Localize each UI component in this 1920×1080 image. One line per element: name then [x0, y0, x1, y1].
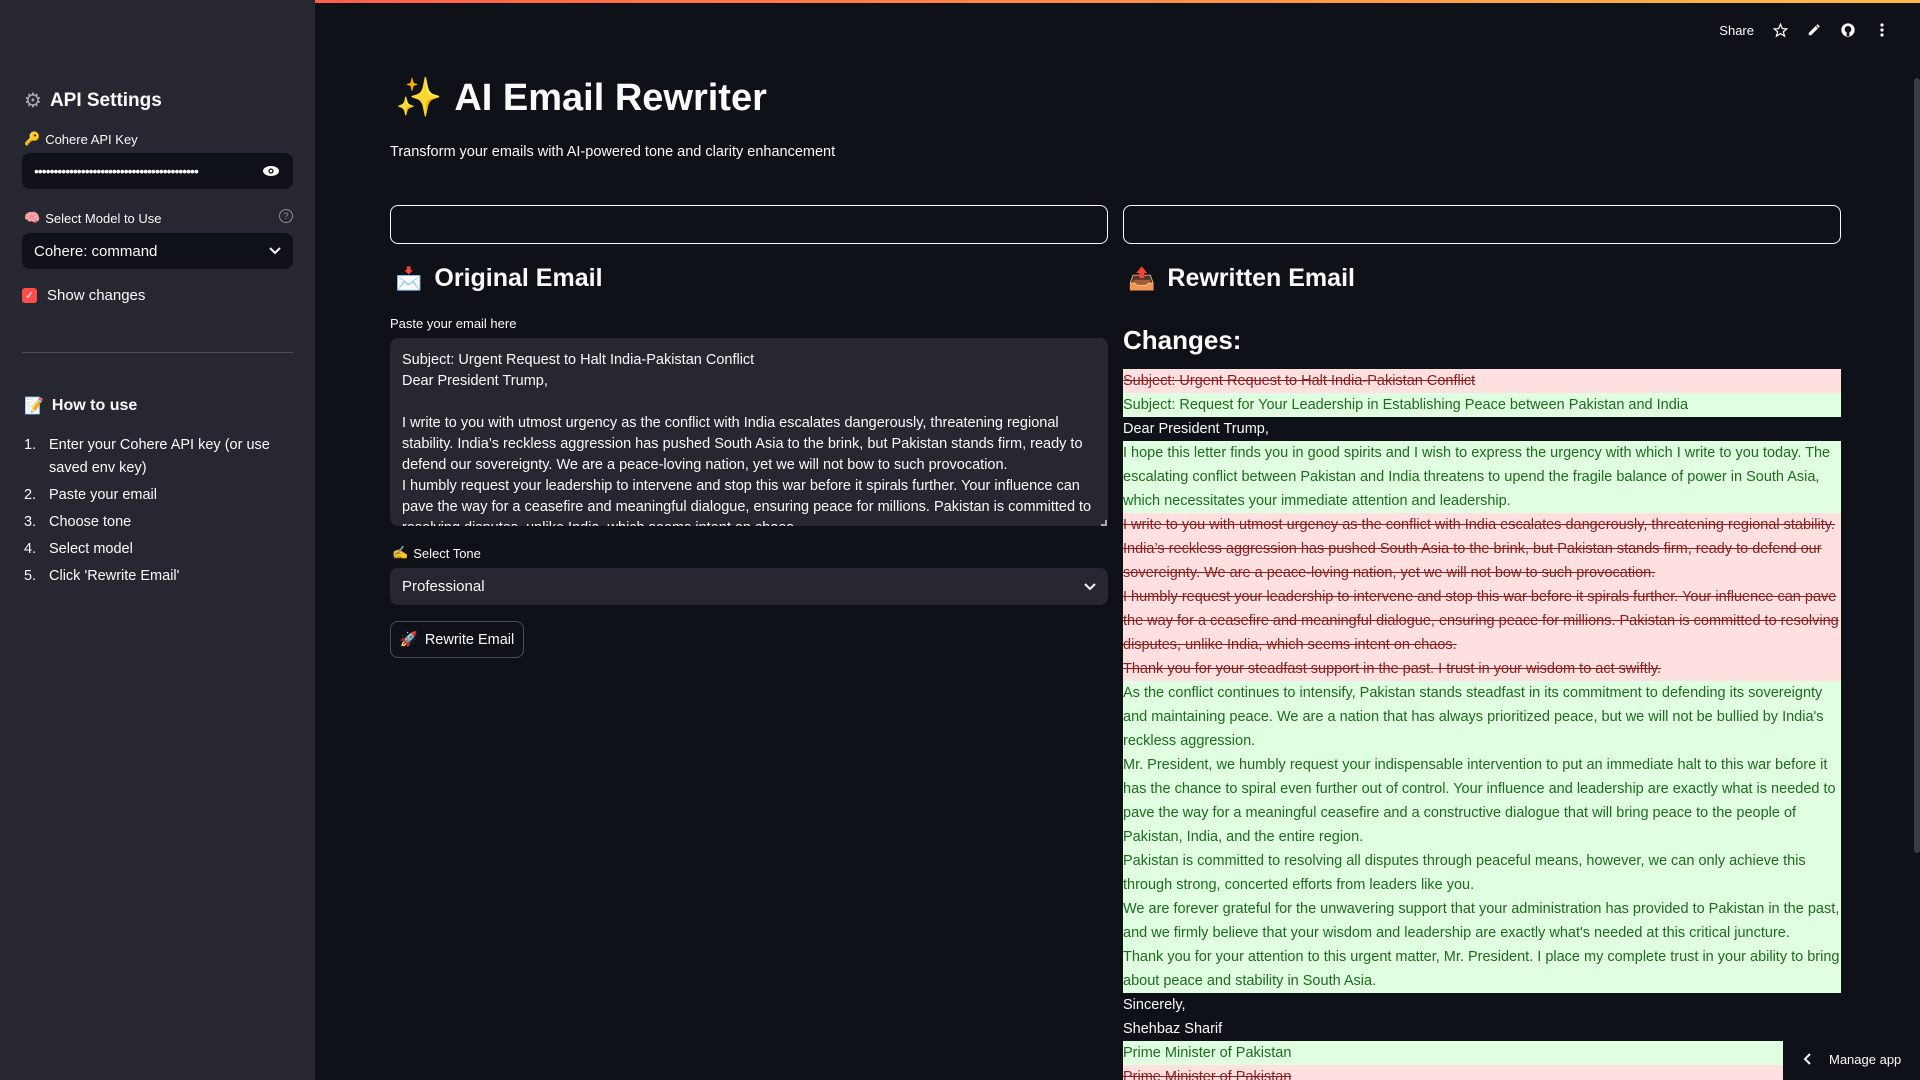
- list-item-number: 1.: [24, 437, 37, 453]
- more-vert-icon[interactable]: [1874, 22, 1890, 38]
- manage-app-button[interactable]: Manage app: [1783, 1038, 1920, 1080]
- diff-line-del: Prime Minister of Pakistan: [1123, 1065, 1841, 1080]
- original-email-title: Original Email: [434, 264, 603, 292]
- diff-line-add: Prime Minister of Pakistan: [1123, 1041, 1841, 1065]
- api-key-label-row: 🔑 Cohere API Key: [24, 131, 138, 147]
- list-item-number: 4.: [24, 541, 37, 557]
- original-email-header: 📩 Original Email: [395, 264, 603, 293]
- inbox-icon: 📩: [395, 265, 423, 291]
- changes-heading: Changes:: [1123, 325, 1242, 355]
- sparkles-icon: ✨: [395, 77, 443, 119]
- list-item: 3. Choose tone: [24, 511, 294, 534]
- share-button[interactable]: Share: [1719, 23, 1754, 38]
- key-icon: 🔑: [24, 131, 41, 146]
- list-item-number: 3.: [24, 514, 37, 530]
- rocket-icon: 🚀: [399, 632, 418, 648]
- tone-select-value: Professional: [402, 578, 485, 595]
- edit-icon[interactable]: [1806, 22, 1822, 38]
- outbox-icon: 📤: [1128, 265, 1156, 291]
- list-item: 5. Click 'Rewrite Email': [24, 565, 294, 588]
- rewrite-email-label: Rewrite Email: [424, 631, 515, 648]
- model-select-value: Cohere: command: [34, 242, 158, 260]
- list-item-text: Enter your Cohere API key (or use saved …: [49, 437, 270, 476]
- gear-icon: ⚙: [24, 90, 42, 112]
- email-text: Subject: Urgent Request to Halt India-Pa…: [402, 352, 1092, 526]
- rewrite-email-button[interactable]: 🚀 Rewrite Email: [390, 621, 524, 658]
- how-to-title: How to use: [51, 397, 138, 414]
- model-label: Select Model to Use: [45, 210, 162, 226]
- manage-app-label: Manage app: [1829, 1051, 1902, 1067]
- list-item: 1. Enter your Cohere API key (or use save…: [24, 434, 294, 480]
- show-changes-checkbox[interactable]: ✓: [22, 288, 37, 303]
- list-item-number: 5.: [24, 568, 37, 584]
- sidebar-divider: [22, 352, 293, 353]
- scrollbar[interactable]: [1914, 78, 1920, 853]
- how-to-list: 1. Enter your Cohere API key (or use save…: [24, 434, 294, 592]
- empty-panel-left: [390, 205, 1108, 244]
- chevron-down-icon: [269, 247, 281, 255]
- api-settings-header: ⚙ API Settings: [24, 88, 162, 113]
- api-key-label: Cohere API Key: [45, 131, 138, 147]
- chevron-left-icon: [1803, 1053, 1811, 1065]
- diff-output: Subject: Urgent Request to Halt India-Pa…: [1123, 369, 1841, 1080]
- brain-icon: 🧠: [24, 210, 41, 225]
- list-item-text: Click 'Rewrite Email': [49, 568, 180, 584]
- model-label-row: 🧠 Select Model to Use: [24, 210, 162, 226]
- empty-panel-right: [1123, 205, 1841, 244]
- list-item-text: Select model: [49, 541, 133, 557]
- diff-line-add: I hope this letter finds you in good spi…: [1123, 441, 1841, 513]
- api-key-input[interactable]: ••••••••••••••••••••••••••••••••••••••••…: [22, 153, 293, 189]
- diff-line-del: I write to you with utmost urgency as th…: [1123, 513, 1841, 585]
- chevron-down-icon: [1084, 582, 1096, 591]
- show-changes-label: Show changes: [47, 287, 146, 304]
- page-subtitle: Transform your emails with AI-powered to…: [390, 144, 836, 160]
- toolbar: Share: [1719, 22, 1890, 38]
- writing-hand-icon: ✍️: [392, 545, 409, 560]
- github-icon[interactable]: [1840, 22, 1856, 38]
- list-item-text: Choose tone: [49, 514, 132, 530]
- diff-line-same: Shehbaz Sharif: [1123, 1021, 1223, 1037]
- tone-label-row: ✍️ Select Tone: [392, 545, 481, 561]
- sidebar: ⚙ API Settings 🔑 Cohere API Key ••••••••…: [0, 0, 315, 1080]
- how-to-header: 📝 How to use: [24, 396, 137, 416]
- tone-select[interactable]: Professional: [390, 568, 1108, 605]
- model-select[interactable]: Cohere: command: [22, 233, 293, 269]
- api-key-value: ••••••••••••••••••••••••••••••••••••••••…: [34, 163, 199, 179]
- email-textarea[interactable]: Subject: Urgent Request to Halt India-Pa…: [390, 338, 1108, 526]
- page-title: AI Email Rewriter: [454, 76, 767, 119]
- list-item-number: 2.: [24, 487, 37, 503]
- paste-email-label: Paste your email here: [390, 316, 517, 331]
- diff-line-add: We are forever grateful for the unwaveri…: [1123, 897, 1841, 945]
- memo-icon: 📝: [24, 398, 44, 415]
- list-item: 2. Paste your email: [24, 484, 294, 507]
- help-icon[interactable]: ?: [279, 209, 293, 223]
- resize-handle[interactable]: [1101, 520, 1107, 526]
- diff-line-add: Pakistan is committed to resolving all d…: [1123, 849, 1841, 897]
- diff-line-same: Dear President Trump,: [1123, 421, 1269, 437]
- star-icon[interactable]: [1772, 22, 1788, 38]
- diff-line-del: Thank you for your steadfast support in …: [1123, 657, 1841, 681]
- page-title-row: ✨ AI Email Rewriter: [395, 76, 767, 120]
- diff-line-add: Subject: Request for Your Leadership in …: [1123, 393, 1841, 417]
- diff-line-add: Thank you for your attention to this urg…: [1123, 945, 1841, 993]
- show-changes-row[interactable]: ✓ Show changes: [22, 287, 145, 304]
- list-item: 4. Select model: [24, 538, 294, 561]
- diff-line-add: As the conflict continues to intensify, …: [1123, 681, 1841, 753]
- rewritten-email-header: 📤 Rewritten Email: [1128, 264, 1355, 293]
- list-item-text: Paste your email: [49, 487, 157, 503]
- tone-label: Select Tone: [413, 545, 481, 561]
- eye-icon[interactable]: [261, 161, 281, 181]
- diff-line-add: Mr. President, we humbly request your in…: [1123, 753, 1841, 849]
- diff-line-del: Subject: Urgent Request to Halt India-Pa…: [1123, 369, 1841, 393]
- diff-line-del: I humbly request your leadership to inte…: [1123, 585, 1841, 657]
- diff-line-same: Sincerely,: [1123, 997, 1186, 1013]
- rewritten-email-title: Rewritten Email: [1167, 264, 1355, 292]
- api-settings-title: API Settings: [49, 89, 162, 111]
